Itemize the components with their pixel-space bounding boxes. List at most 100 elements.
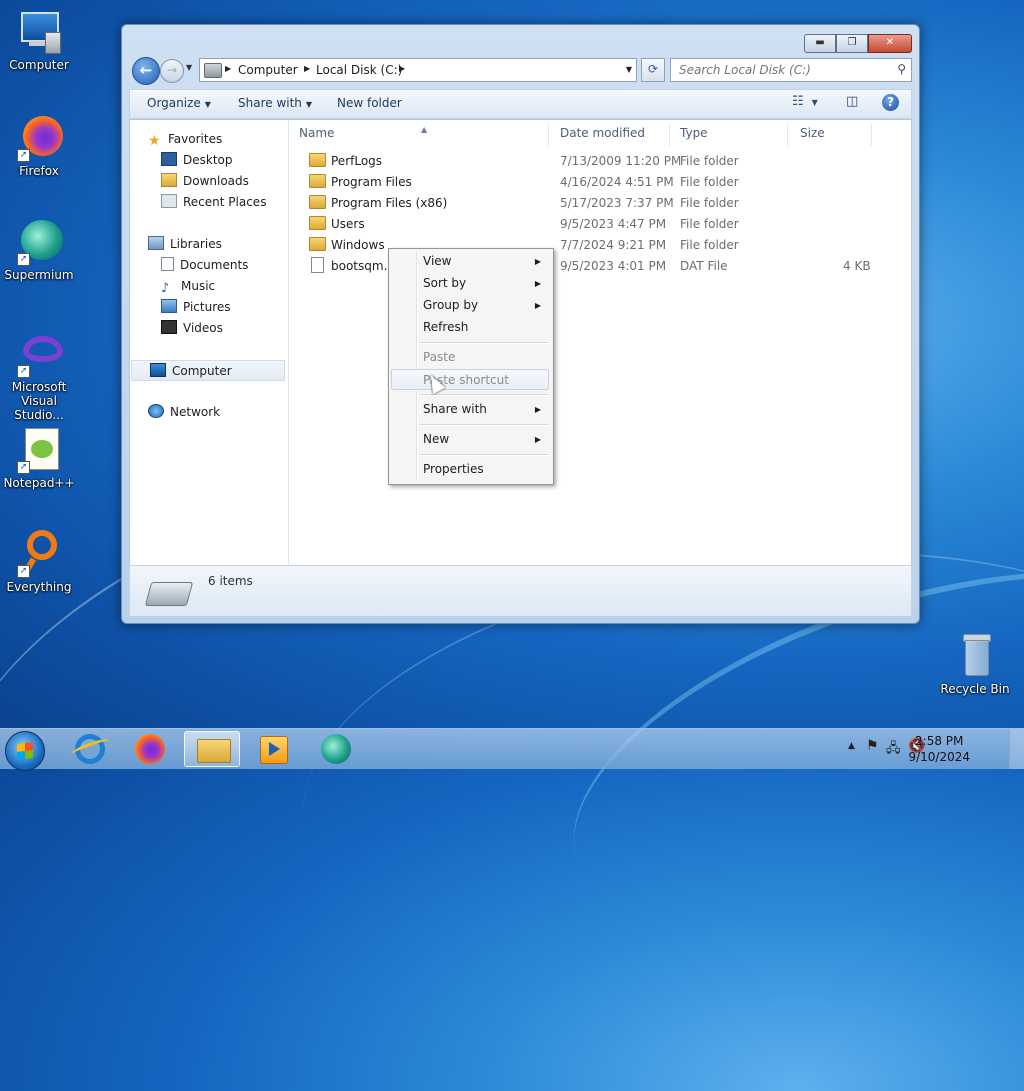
- file-row[interactable]: Program Files (x86) 5/17/2023 7:37 PM Fi…: [289, 193, 909, 214]
- menu-item-refresh[interactable]: Refresh: [391, 317, 549, 338]
- desktop-icon-firefox[interactable]: ➚ Firefox: [1, 114, 77, 178]
- taskbar-internet-explorer[interactable]: [62, 731, 118, 767]
- breadcrumb-computer[interactable]: Computer: [238, 63, 298, 77]
- shortcut-arrow-icon: ➚: [17, 365, 30, 378]
- menu-item-sort-by[interactable]: Sort by ▶: [391, 273, 549, 294]
- recent-pages-dropdown[interactable]: ▼: [186, 63, 192, 72]
- details-pane: 6 items: [129, 565, 912, 617]
- column-header-date-modified[interactable]: Date modified: [550, 124, 670, 146]
- drive-icon: [204, 63, 222, 78]
- refresh-button[interactable]: ⟳: [641, 58, 665, 82]
- breadcrumb-local-disk[interactable]: Local Disk (C:): [316, 63, 402, 77]
- preview-pane-button[interactable]: ◫: [846, 94, 858, 109]
- minimize-button[interactable]: ▬: [804, 34, 836, 53]
- back-button[interactable]: ←: [132, 57, 160, 85]
- search-input[interactable]: [677, 60, 891, 80]
- file-row[interactable]: bootsqm.dat 9/5/2023 4:01 PM DAT File 4 …: [289, 256, 909, 277]
- search-box[interactable]: ⚲: [670, 58, 912, 82]
- taskbar-supermium[interactable]: [308, 731, 364, 767]
- supermium-icon: ➚: [15, 218, 63, 266]
- taskbar-media-player[interactable]: [246, 731, 302, 767]
- file-icon: [311, 257, 324, 273]
- close-button[interactable]: ✕: [868, 34, 912, 53]
- search-icon[interactable]: ⚲: [897, 62, 906, 76]
- desktop-icon-computer[interactable]: Computer: [1, 8, 77, 72]
- action-center-flag-icon[interactable]: ⚑: [866, 738, 879, 754]
- nav-computer[interactable]: Computer: [131, 360, 285, 381]
- nav-network[interactable]: Network: [148, 402, 220, 423]
- column-header-name[interactable]: Name ▲: [289, 124, 549, 146]
- taskbar: ▲ ⚑ 🖧 🔇 2:58 PM 9/10/2024: [0, 728, 1024, 771]
- navigation-bar: ← → ▼ ▶ Computer ▶ Local Disk (C:) ▶ ▼ ⟳…: [129, 57, 912, 85]
- supermium-icon: [321, 734, 351, 764]
- chevron-right-icon[interactable]: ▶: [399, 64, 405, 73]
- clock[interactable]: 2:58 PM 9/10/2024: [908, 733, 970, 765]
- libraries-icon: [148, 236, 164, 250]
- menu-item-new[interactable]: New ▶: [391, 429, 549, 450]
- shortcut-arrow-icon: ➚: [17, 461, 30, 474]
- star-icon: ★: [148, 133, 161, 149]
- nav-desktop[interactable]: Desktop: [161, 150, 233, 171]
- menu-item-properties[interactable]: Properties: [391, 459, 549, 480]
- folder-icon: [309, 237, 326, 251]
- downloads-folder-icon: [161, 173, 177, 187]
- file-row[interactable]: Windows 7/7/2024 9:21 PM File folder: [289, 235, 909, 256]
- desktop-icon-visual-studio[interactable]: ➚ Microsoft Visual Studio...: [1, 330, 77, 422]
- windows-logo-icon: [17, 742, 33, 760]
- chevron-right-icon[interactable]: ▶: [225, 64, 231, 73]
- organize-button[interactable]: Organize ▼: [147, 96, 211, 110]
- new-folder-button[interactable]: New folder: [337, 96, 402, 110]
- nav-recent-places[interactable]: Recent Places: [161, 192, 266, 213]
- desktop-icon-everything[interactable]: ➚ Everything: [1, 530, 77, 594]
- close-icon: ✕: [885, 37, 895, 48]
- share-with-button[interactable]: Share with ▼: [238, 96, 312, 110]
- documents-icon: [161, 257, 174, 271]
- maximize-icon: ❐: [847, 37, 857, 48]
- submenu-arrow-icon: ▶: [534, 279, 541, 288]
- help-icon: ?: [887, 95, 894, 109]
- system-tray: ▲ ⚑ 🖧 🔇 2:58 PM 9/10/2024: [834, 729, 1024, 769]
- nav-music[interactable]: ♪ Music: [161, 276, 215, 297]
- menu-separator: [419, 424, 549, 426]
- file-row[interactable]: PerfLogs 7/13/2009 11:20 PM File folder: [289, 151, 909, 172]
- show-hidden-icons-button[interactable]: ▲: [848, 741, 855, 751]
- folder-icon: [309, 174, 326, 188]
- show-desktop-button[interactable]: [1009, 729, 1024, 769]
- address-bar[interactable]: ▶ Computer ▶ Local Disk (C:) ▶ ▼: [199, 58, 637, 82]
- minimize-icon: ▬: [815, 37, 825, 48]
- desktop-icon-notepadpp[interactable]: ➚ Notepad++: [1, 426, 77, 490]
- taskbar-file-explorer[interactable]: [184, 731, 240, 767]
- menu-item-view[interactable]: View ▶: [391, 251, 549, 272]
- menu-item-group-by[interactable]: Group by ▶: [391, 295, 549, 316]
- desktop-icon-recycle-bin[interactable]: Recycle Bin: [937, 632, 1013, 696]
- start-button[interactable]: [5, 731, 45, 771]
- nav-videos[interactable]: Videos: [161, 318, 223, 339]
- nav-pictures[interactable]: Pictures: [161, 297, 231, 318]
- title-bar[interactable]: ▬ ❐ ✕: [122, 25, 919, 55]
- chevron-right-icon[interactable]: ▶: [304, 64, 310, 73]
- address-dropdown-icon[interactable]: ▼: [626, 65, 632, 74]
- nav-favorites[interactable]: ★ Favorites: [148, 129, 222, 150]
- firefox-icon: [135, 734, 165, 764]
- menu-item-share-with[interactable]: Share with ▶: [391, 399, 549, 420]
- firefox-icon: ➚: [15, 114, 63, 162]
- command-bar: Organize ▼ Share with ▼ New folder ☷ ▼ ◫ ?: [129, 89, 912, 119]
- shortcut-arrow-icon: ➚: [17, 565, 30, 578]
- menu-item-paste[interactable]: Paste: [391, 347, 549, 368]
- maximize-button[interactable]: ❐: [836, 34, 868, 53]
- taskbar-firefox[interactable]: [122, 731, 178, 767]
- nav-downloads[interactable]: Downloads: [161, 171, 249, 192]
- help-button[interactable]: ?: [882, 94, 899, 111]
- nav-documents[interactable]: Documents: [161, 255, 248, 276]
- notepadpp-icon: ➚: [15, 426, 63, 474]
- file-row[interactable]: Users 9/5/2023 4:47 PM File folder: [289, 214, 909, 235]
- column-header-type[interactable]: Type: [670, 124, 788, 146]
- menu-item-paste-shortcut[interactable]: Paste shortcut: [391, 369, 549, 390]
- network-status-icon[interactable]: 🖧: [886, 739, 901, 761]
- change-view-button[interactable]: ☷ ▼: [792, 94, 818, 109]
- forward-button[interactable]: →: [160, 59, 184, 83]
- desktop-icon-supermium[interactable]: ➚ Supermium: [1, 218, 77, 282]
- file-row[interactable]: Program Files 4/16/2024 4:51 PM File fol…: [289, 172, 909, 193]
- column-header-size[interactable]: Size: [790, 124, 872, 146]
- nav-libraries[interactable]: Libraries: [148, 234, 222, 255]
